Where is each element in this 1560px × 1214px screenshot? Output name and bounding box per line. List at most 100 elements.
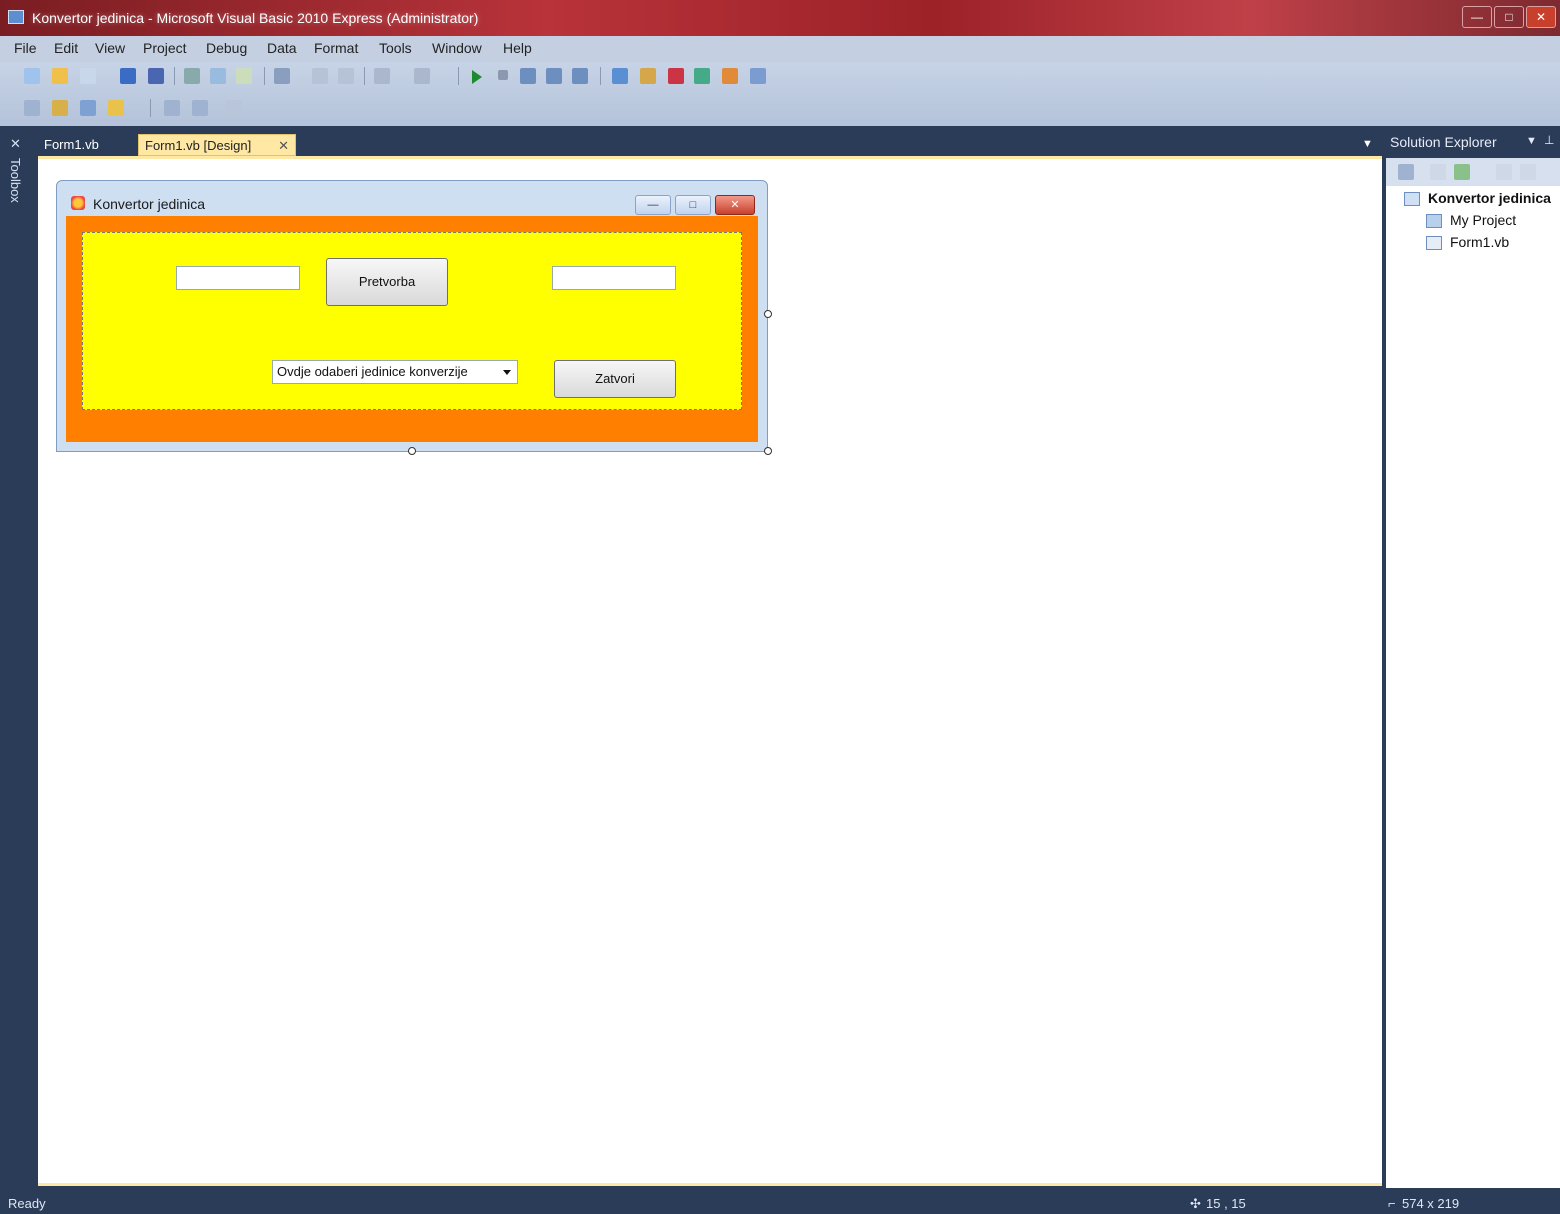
save-icon[interactable] [120, 68, 136, 84]
object-browser-icon[interactable] [694, 68, 710, 84]
combo-text: Ovdje odaberi jedinice konverzije [277, 364, 468, 379]
output-textbox[interactable] [552, 266, 676, 290]
copy-icon[interactable] [210, 68, 226, 84]
redo-icon[interactable] [414, 68, 430, 84]
menu-view[interactable]: View [95, 40, 125, 56]
tab-form1-design[interactable]: Form1.vb [Design] ✕ [138, 134, 296, 156]
solution-explorer-header: Solution Explorer ▼ ⊥ [1386, 128, 1560, 158]
tab-label: Form1.vb [Design] [145, 138, 252, 153]
status-position: 15 , 15 [1206, 1196, 1246, 1211]
tab-order-icon[interactable] [80, 100, 96, 116]
add-item-icon[interactable] [80, 68, 96, 84]
form-file-icon [1426, 236, 1442, 250]
align-icon[interactable] [24, 100, 40, 116]
tab-form1-code[interactable]: Form1.vb [38, 134, 105, 156]
form-maximize-button[interactable]: □ [675, 195, 711, 215]
toolbar-separator [174, 67, 175, 85]
layout-icon[interactable] [52, 100, 68, 116]
toolbox-panel[interactable]: ✕ Toolbox [4, 128, 34, 1188]
app-icon [8, 10, 24, 24]
form-icon [71, 196, 85, 210]
solution-explorer-panel [1386, 128, 1560, 1188]
pretvorba-button[interactable]: Pretvorba [326, 258, 448, 306]
menu-help[interactable]: Help [503, 40, 532, 56]
window-title-bar: Konvertor jedinica - Microsoft Visual Ba… [0, 0, 1560, 36]
minimize-button[interactable]: — [1462, 6, 1492, 28]
form-title: Konvertor jedinica [93, 196, 206, 212]
toolbox-icon: ✕ [10, 136, 21, 151]
toolbars [0, 62, 1560, 126]
show-all-files-icon[interactable] [1430, 164, 1446, 180]
start-debugging-icon[interactable] [472, 70, 482, 84]
solution-explorer-toolbar [1386, 158, 1560, 186]
start-page-icon[interactable] [750, 68, 766, 84]
position-icon: ✣ [1190, 1196, 1201, 1211]
toolbox-icon[interactable] [668, 68, 684, 84]
comment-icon[interactable] [312, 68, 328, 84]
form-minimize-button[interactable]: — [635, 195, 671, 215]
maximize-button[interactable]: □ [1494, 6, 1524, 28]
properties-icon[interactable] [1398, 164, 1414, 180]
menu-edit[interactable]: Edit [54, 40, 78, 56]
solution-explorer-title: Solution Explorer [1390, 134, 1497, 150]
size-icon: ⌐ [1388, 1196, 1396, 1211]
refresh-icon[interactable] [1454, 164, 1470, 180]
paste-icon[interactable] [236, 68, 252, 84]
menu-window[interactable]: Window [432, 40, 482, 56]
status-size: 574 x 219 [1402, 1196, 1460, 1211]
chevron-down-icon[interactable]: ▼ [1526, 135, 1537, 147]
toolbar-separator [458, 67, 459, 85]
properties-icon[interactable] [640, 68, 656, 84]
resize-handle-corner[interactable] [764, 447, 772, 455]
view-designer-icon[interactable] [1520, 164, 1536, 180]
close-tab-icon[interactable]: ✕ [278, 138, 289, 154]
toolbar-separator [364, 67, 365, 85]
pin-icon[interactable]: ⊥ [1544, 133, 1554, 147]
step-over-icon[interactable] [546, 68, 562, 84]
menu-data[interactable]: Data [267, 40, 297, 56]
database-explorer-icon[interactable] [722, 68, 738, 84]
status-text: Ready [8, 1196, 46, 1211]
window-title: Konvertor jedinica - Microsoft Visual Ba… [32, 10, 479, 26]
toolbar-separator [600, 67, 601, 85]
find-icon[interactable] [274, 68, 290, 84]
new-project-icon[interactable] [24, 68, 40, 84]
cut-icon[interactable] [184, 68, 200, 84]
my-project-icon [1426, 214, 1442, 228]
view-code-icon[interactable] [1496, 164, 1512, 180]
menu-tools[interactable]: Tools [379, 40, 412, 56]
bring-to-front-icon[interactable] [164, 100, 180, 116]
input-textbox[interactable] [176, 266, 300, 290]
toolbar-separator [150, 99, 151, 117]
tree-item-my-project[interactable]: My Project [1450, 212, 1516, 228]
menu-bar: File Edit View Project Debug Data Format… [0, 36, 1560, 62]
solution-explorer-icon[interactable] [612, 68, 628, 84]
resize-handle-bottom[interactable] [408, 447, 416, 455]
tab-dropdown-icon[interactable]: ▼ [1362, 138, 1373, 150]
send-to-back-icon[interactable] [192, 100, 208, 116]
step-out-icon[interactable] [572, 68, 588, 84]
chevron-down-icon[interactable] [503, 370, 511, 375]
uncomment-icon[interactable] [338, 68, 354, 84]
status-bar: Ready ✣ 15 , 15 ⌐ 574 x 219 [0, 1192, 1560, 1214]
close-window-button[interactable]: ✕ [1526, 6, 1556, 28]
units-combobox[interactable]: Ovdje odaberi jedinice konverzije [272, 360, 518, 384]
step-into-icon[interactable] [520, 68, 536, 84]
menu-format[interactable]: Format [314, 40, 358, 56]
stop-icon[interactable] [498, 70, 508, 80]
toolbox-label: Toolbox [8, 158, 23, 203]
undo-icon[interactable] [374, 68, 390, 84]
tree-item-form1[interactable]: Form1.vb [1450, 234, 1509, 250]
open-folder-icon[interactable] [52, 68, 68, 84]
toolbar-separator [264, 67, 265, 85]
tree-root-project[interactable]: Konvertor jedinica [1428, 190, 1551, 206]
menu-file[interactable]: File [14, 40, 37, 56]
form-close-button[interactable]: ✕ [715, 195, 755, 215]
format-icon[interactable] [226, 100, 242, 116]
zatvori-button[interactable]: Zatvori [554, 360, 676, 398]
save-all-icon[interactable] [148, 68, 164, 84]
lock-controls-icon[interactable] [108, 100, 124, 116]
resize-handle-right[interactable] [764, 310, 772, 318]
menu-debug[interactable]: Debug [206, 40, 247, 56]
menu-project[interactable]: Project [143, 40, 187, 56]
